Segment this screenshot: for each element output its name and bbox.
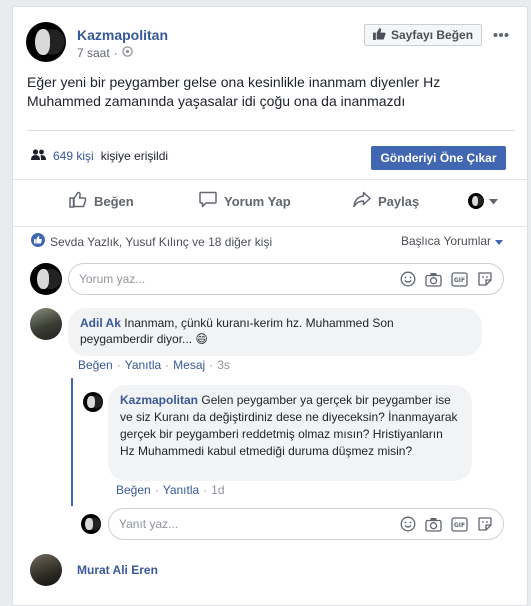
globe-icon [121,46,133,60]
camera-icon[interactable] [425,272,442,287]
share-action-button[interactable]: Paylaş [353,191,419,211]
gif-icon[interactable]: GIF [451,271,468,287]
sticker-icon[interactable] [477,271,493,287]
gif-icon[interactable]: GIF [451,516,468,532]
reply-thread-line [71,378,73,506]
comment-action-label: Yorum Yap [224,193,291,209]
svg-text:GIF: GIF [454,277,465,284]
reply-placeholder: Yanıt yaz... [119,517,179,531]
sticker-icon[interactable] [477,516,493,532]
reply-author-link[interactable]: Kazmapolitan [120,393,198,407]
reply-composer-tools: GIF [400,516,493,532]
reach-row: 649 kişi kişiye erişildi [31,149,168,163]
like-action-button[interactable]: Beğen [69,191,134,211]
more-dots-icon[interactable] [493,25,509,43]
page-avatar[interactable] [26,22,66,62]
divider [13,226,529,227]
chevron-down-icon [489,192,498,210]
comment-action-button[interactable]: Yorum Yap [199,191,291,211]
like-action-label: Beğen [94,193,134,209]
like-page-button[interactable]: Sayfayı Beğen [364,24,483,46]
reply-bubble: Kazmapolitan Gelen peygamber ya gerçek b… [108,385,472,481]
comment-bubble: Adil Ak Inanmam, çünkü kuranı-kerim hz. … [68,308,482,356]
post-as-avatar [468,193,484,209]
thumbs-up-icon [373,27,386,43]
comment-time[interactable]: 3s [217,358,230,372]
comment-actions: Beğen · Yanıtla · Mesaj · 3s [78,358,230,372]
separator: · [165,358,170,372]
camera-icon[interactable] [425,517,442,532]
separator: · [203,483,208,497]
reply-composer-avatar [81,514,101,534]
reply-time[interactable]: 1d [211,483,224,497]
reach-suffix: kişiye erişildi [100,149,169,163]
comment-text: Inanmam, çünkü kuranı-kerim hz. Muhammed… [80,316,394,346]
sort-label: Başlıca Yorumlar [401,234,492,248]
comment-author-link[interactable]: Adil Ak [80,316,121,330]
separator: · [116,358,121,372]
thumbs-up-outline-icon [69,191,87,211]
reply-reply-link[interactable]: Yanıtla [163,483,199,497]
like-page-label: Sayfayı Beğen [391,28,474,42]
divider [13,179,529,180]
reply-actions: Beğen · Yanıtla · 1d [116,483,225,497]
reactions-text: Sevda Yazlık, Yusuf Kılınç ve 18 diğer k… [50,234,273,249]
reply-avatar[interactable] [83,392,103,412]
commenter-avatar[interactable] [30,308,62,340]
comment-placeholder: Yorum yaz... [79,272,146,286]
post-text: Eğer yeni bir peygamber gelse ona kesinl… [27,74,441,109]
comment-sort-dropdown[interactable]: Başlıca Yorumlar [401,234,504,248]
chevron-down-icon [495,234,504,248]
separator: · [154,483,159,497]
grin-emoji-icon: 😄 [195,332,208,346]
next-comment-author-link[interactable]: Murat Ali Eren [77,563,158,577]
svg-text:GIF: GIF [454,522,465,529]
page-name-link[interactable]: Kazmapolitan [77,27,168,43]
emoji-icon[interactable] [400,271,416,287]
emoji-icon[interactable] [400,516,416,532]
people-icon [31,149,46,163]
comment-reply-link[interactable]: Yanıtla [125,358,161,372]
share-icon [353,191,371,211]
boost-post-button[interactable]: Gönderiyi Öne Çıkar [371,146,506,170]
separator: · [209,358,214,372]
share-action-label: Paylaş [378,193,420,209]
composer-tools: GIF [400,271,493,287]
comment-like-link[interactable]: Beğen [78,358,113,372]
reply-input[interactable]: Yanıt yaz... GIF [108,508,504,540]
post-meta: 7 saat · [77,46,133,60]
like-reaction-icon [31,233,45,250]
post-card: Kazmapolitan 7 saat · Sayfayı Beğen Eğer… [12,6,529,606]
composer-avatar [30,263,62,295]
reply-like-link[interactable]: Beğen [116,483,151,497]
divider [27,130,515,131]
commenter-avatar[interactable] [30,554,62,586]
comment-input[interactable]: Yorum yaz... GIF [68,263,504,295]
meta-separator: · [113,46,118,60]
reactions-row[interactable]: Sevda Yazlık, Yusuf Kılınç ve 18 diğer k… [31,233,272,250]
comment-message-link[interactable]: Mesaj [173,358,205,372]
post-as-selector[interactable] [468,192,498,210]
comment-icon [199,191,217,211]
post-time[interactable]: 7 saat [77,46,110,60]
reach-count-link[interactable]: 649 kişi [53,149,94,163]
